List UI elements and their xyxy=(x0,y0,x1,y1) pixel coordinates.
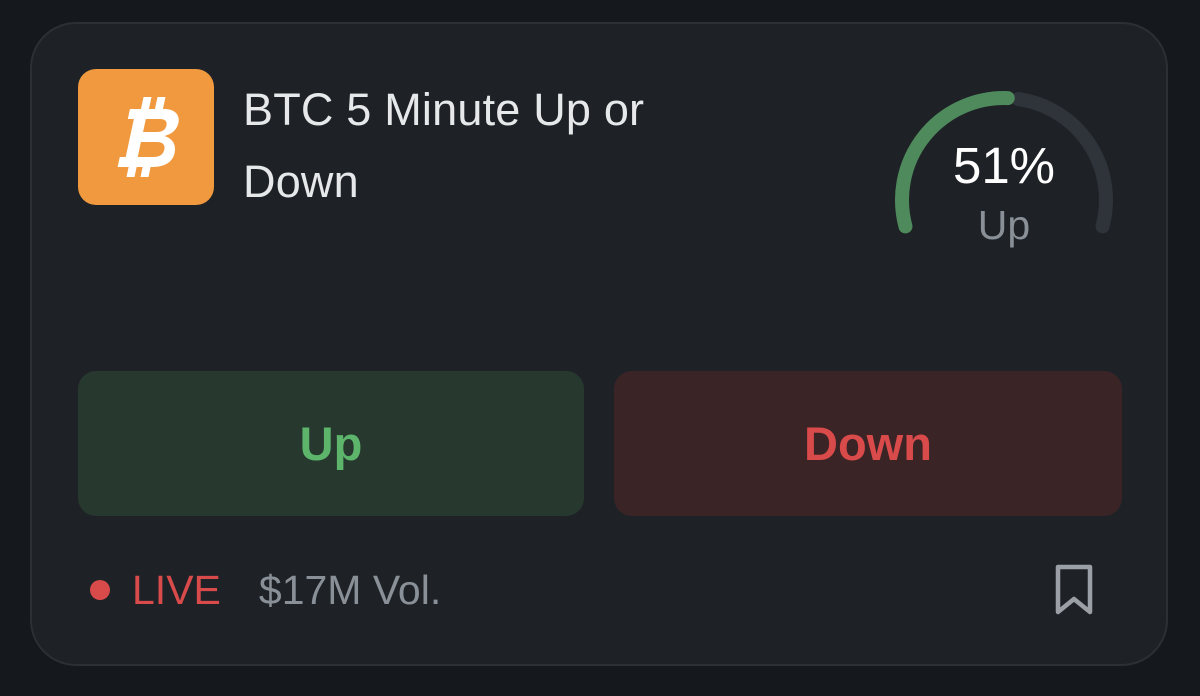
gauge-label: Up xyxy=(977,202,1031,248)
live-label: LIVE xyxy=(132,566,221,613)
gauge-percent: 51% xyxy=(952,137,1056,194)
probability-gauge: 51% Up xyxy=(890,62,1122,262)
bitcoin-icon xyxy=(78,69,214,205)
bookmark-icon[interactable] xyxy=(1052,562,1096,618)
market-footer: LIVE $17M Vol. xyxy=(90,562,441,618)
market-card[interactable]: BTC 5 Minute Up or Down 51% Up Up Down L… xyxy=(30,22,1168,666)
live-dot-icon xyxy=(90,580,110,600)
up-button[interactable]: Up xyxy=(78,371,584,516)
market-title[interactable]: BTC 5 Minute Up or Down xyxy=(243,74,763,218)
down-button[interactable]: Down xyxy=(614,371,1122,516)
volume-label: $17M Vol. xyxy=(258,566,442,613)
